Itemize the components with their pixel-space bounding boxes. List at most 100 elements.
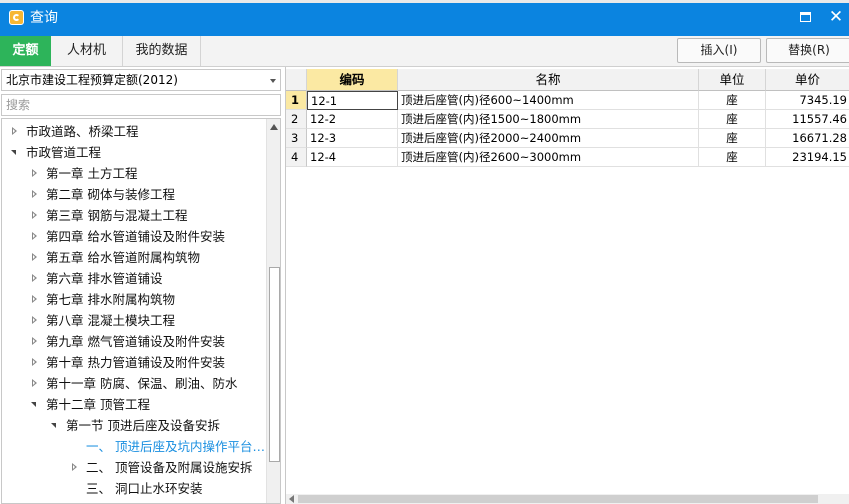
collapse-arrow-icon[interactable]	[30, 205, 40, 226]
search-input[interactable]: 搜索	[1, 94, 281, 116]
collapse-arrow-icon[interactable]	[30, 310, 40, 331]
row-number[interactable]: 1	[286, 91, 307, 110]
grid-horizontal-scrollbar[interactable]	[286, 494, 849, 504]
table-cell-unit[interactable]: 座	[699, 148, 766, 167]
replace-button[interactable]: 替换(R)	[766, 38, 849, 63]
scroll-left-icon[interactable]	[289, 495, 294, 503]
tree-node-label: 第七章 排水附属构筑物	[46, 292, 175, 307]
tab-my-data[interactable]: 我的数据	[123, 36, 201, 66]
tree-node-label: 市政道路、桥梁工程	[26, 124, 139, 139]
row-number[interactable]: 3	[286, 129, 307, 148]
tree-node[interactable]: 二、 顶管设备及附属设施安拆	[2, 457, 264, 478]
quota-tree-panel: 北京市建设工程预算定额(2012) 搜索 三、 洞口止水环安装 二、 顶管设备及附…	[0, 67, 284, 504]
tree-node-label: 第十章 热力管道铺设及附件安装	[46, 355, 225, 370]
table-cell-name[interactable]: 顶进后座管(内)径2600~3000mm	[398, 148, 699, 167]
collapse-arrow-icon[interactable]	[30, 184, 40, 205]
tree-node[interactable]: 第十一章 防腐、保温、刷油、防水	[2, 373, 264, 394]
tree-node[interactable]: 第三章 钢筋与混凝土工程	[2, 205, 264, 226]
tab-labor-material-machine[interactable]: 人材机	[51, 36, 123, 66]
table-cell-name[interactable]: 顶进后座管(内)径2000~2400mm	[398, 129, 699, 148]
tree-node[interactable]: 一、 顶进后座及坑内操作平台…	[2, 436, 265, 457]
tree-node-label: 第五章 给水管道附属构筑物	[46, 250, 200, 265]
tree-node[interactable]: 第一节 顶进后座及设备安拆	[2, 415, 264, 436]
table-cell-code[interactable]: 12-4	[307, 148, 398, 167]
collapse-arrow-icon[interactable]	[30, 247, 40, 268]
tree-node-label: 第二章 砌体与装修工程	[46, 187, 175, 202]
tree-node-label: 第十一章 防腐、保温、刷油、防水	[46, 376, 238, 391]
expand-arrow-icon[interactable]	[10, 142, 20, 163]
table-cell-name[interactable]: 顶进后座管(内)径600~1400mm	[398, 91, 699, 110]
grid-scroll-thumb[interactable]	[298, 495, 818, 503]
tree-node[interactable]: 第九章 燃气管道铺设及附件安装	[2, 331, 264, 352]
table-cell-price[interactable]: 11557.46	[766, 110, 849, 129]
collapse-arrow-icon[interactable]	[30, 289, 40, 310]
title-bar: 查询 ✕	[0, 0, 849, 36]
column-header-unit[interactable]: 单位	[699, 69, 766, 91]
tree-node[interactable]: 第八章 混凝土模块工程	[2, 310, 264, 331]
tree-scroll-thumb[interactable]	[269, 267, 280, 462]
tab-bar: 定额 人材机 我的数据 插入(I) 替换(R)	[0, 36, 849, 67]
tree-node-label: 第六章 排水管道铺设	[46, 271, 163, 286]
expand-arrow-icon[interactable]	[50, 415, 60, 436]
tree-node-label: 市政管道工程	[26, 145, 102, 160]
quota-library-select[interactable]: 北京市建设工程预算定额(2012)	[1, 69, 281, 91]
expand-arrow-icon[interactable]	[30, 394, 40, 415]
tree-node-label: 二、 顶管设备及附属设施安拆	[86, 460, 253, 475]
table-cell-unit[interactable]: 座	[699, 91, 766, 110]
table-cell-price[interactable]: 7345.19	[766, 91, 849, 110]
column-header-price[interactable]: 单价	[766, 69, 849, 91]
tab-quota[interactable]: 定额	[0, 36, 51, 66]
collapse-arrow-icon[interactable]	[70, 457, 80, 478]
tree-node[interactable]: 市政管道工程	[2, 142, 264, 163]
tree-node[interactable]: 第一章 土方工程	[2, 163, 264, 184]
maximize-icon[interactable]	[800, 12, 811, 22]
row-number[interactable]: 4	[286, 148, 307, 167]
tree-node[interactable]: 第六章 排水管道铺设	[2, 268, 264, 289]
tree-node-label: 第一章 土方工程	[46, 166, 138, 181]
tree-node[interactable]: 第十章 热力管道铺设及附件安装	[2, 352, 264, 373]
tree-vertical-scrollbar[interactable]	[266, 119, 280, 503]
collapse-arrow-icon[interactable]	[30, 226, 40, 247]
tree-node-label: 第十二章 顶管工程	[46, 397, 150, 412]
table-cell-code[interactable]: 12-2	[307, 110, 398, 129]
tree-node[interactable]: 三、 洞口止水环安装	[2, 478, 264, 499]
tree-node[interactable]: 第七章 排水附属构筑物	[2, 289, 264, 310]
insert-button[interactable]: 插入(I)	[677, 38, 761, 63]
tree-node-label: 一、 顶进后座及坑内操作平台…	[86, 439, 265, 454]
row-number[interactable]: 2	[286, 110, 307, 129]
collapse-arrow-icon[interactable]	[30, 352, 40, 373]
collapse-arrow-icon[interactable]	[30, 268, 40, 289]
table-cell-price[interactable]: 23194.15	[766, 148, 849, 167]
table-cell-code[interactable]: 12-1	[307, 91, 398, 110]
column-header-name[interactable]: 名称	[398, 69, 699, 91]
quota-library-value: 北京市建设工程预算定额(2012)	[6, 73, 178, 87]
collapse-arrow-icon[interactable]	[30, 373, 40, 394]
table-cell-unit[interactable]: 座	[699, 110, 766, 129]
collapse-arrow-icon	[70, 436, 80, 457]
tree-node-label: 第一节 顶进后座及设备安拆	[66, 418, 220, 433]
chapter-tree: 三、 洞口止水环安装 二、 顶管设备及附属设施安拆 一、 顶进后座及坑内操作平台… 第…	[1, 118, 281, 504]
window-title: 查询	[30, 10, 58, 26]
collapse-arrow-icon[interactable]	[30, 331, 40, 352]
table-cell-name[interactable]: 顶进后座管(内)径1500~1800mm	[398, 110, 699, 129]
tree-node-label: 三、 洞口止水环安装	[86, 481, 203, 496]
tree-node[interactable]: 第四章 给水管道铺设及附件安装	[2, 226, 264, 247]
collapse-arrow-icon[interactable]	[10, 121, 20, 142]
title-bar-top-strip	[0, 0, 849, 3]
table-corner	[286, 69, 307, 91]
scroll-up-icon[interactable]	[270, 124, 278, 130]
chevron-down-icon	[270, 79, 276, 83]
table-cell-unit[interactable]: 座	[699, 129, 766, 148]
column-header-code[interactable]: 编码	[307, 69, 398, 91]
tree-node[interactable]: 第十二章 顶管工程	[2, 394, 264, 415]
tree-node[interactable]: 市政道路、桥梁工程	[2, 121, 264, 142]
close-icon[interactable]: ✕	[826, 6, 846, 28]
app-logo-icon	[9, 10, 24, 25]
table-cell-price[interactable]: 16671.28	[766, 129, 849, 148]
collapse-arrow-icon[interactable]	[30, 163, 40, 184]
quota-grid-panel: 编码 名称 单位 单价 1 12-1 顶进后座管(内)径600~1400mm 座 7345.19…	[285, 67, 849, 504]
table-cell-code[interactable]: 12-3	[307, 129, 398, 148]
tree-node[interactable]: 第五章 给水管道附属构筑物	[2, 247, 264, 268]
tree-node[interactable]: 第二章 砌体与装修工程	[2, 184, 264, 205]
collapse-arrow-icon	[70, 478, 80, 499]
